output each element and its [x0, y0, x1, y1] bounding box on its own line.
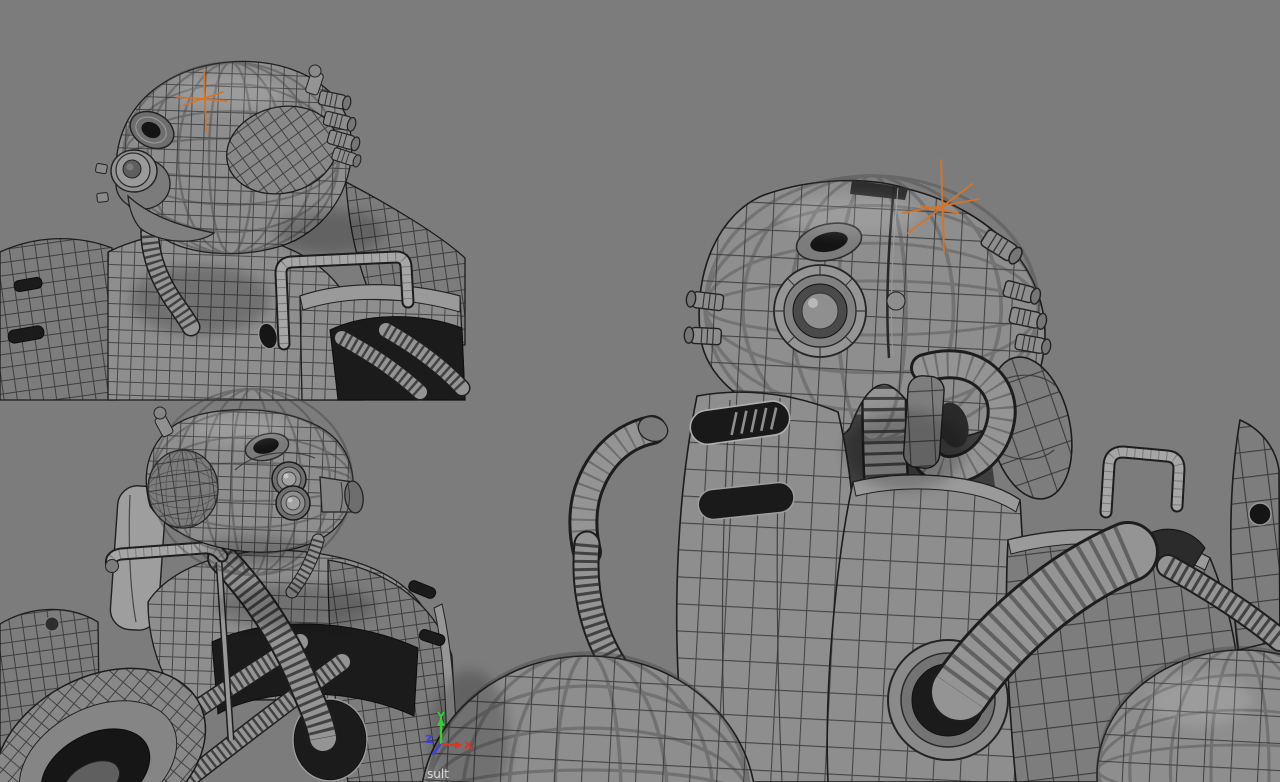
z-axis-label: Z	[425, 733, 433, 746]
handle-cap	[44, 616, 60, 632]
viewport[interactable]: Y Z X sult	[0, 0, 1280, 782]
scope-lens[interactable]	[773, 264, 867, 358]
bolt-hole	[1248, 502, 1272, 526]
x-axis-label: X	[464, 739, 473, 752]
y-axis-label: Y	[436, 710, 446, 723]
eye-lens-lower[interactable]	[275, 485, 311, 521]
camera-label: sult	[427, 767, 449, 781]
rivet-sphere	[886, 291, 906, 311]
chest-plate-left[interactable]	[0, 237, 119, 401]
x-axis-arrow	[440, 742, 456, 747]
viewport-canvas[interactable]: Y Z X sult	[0, 0, 1280, 782]
